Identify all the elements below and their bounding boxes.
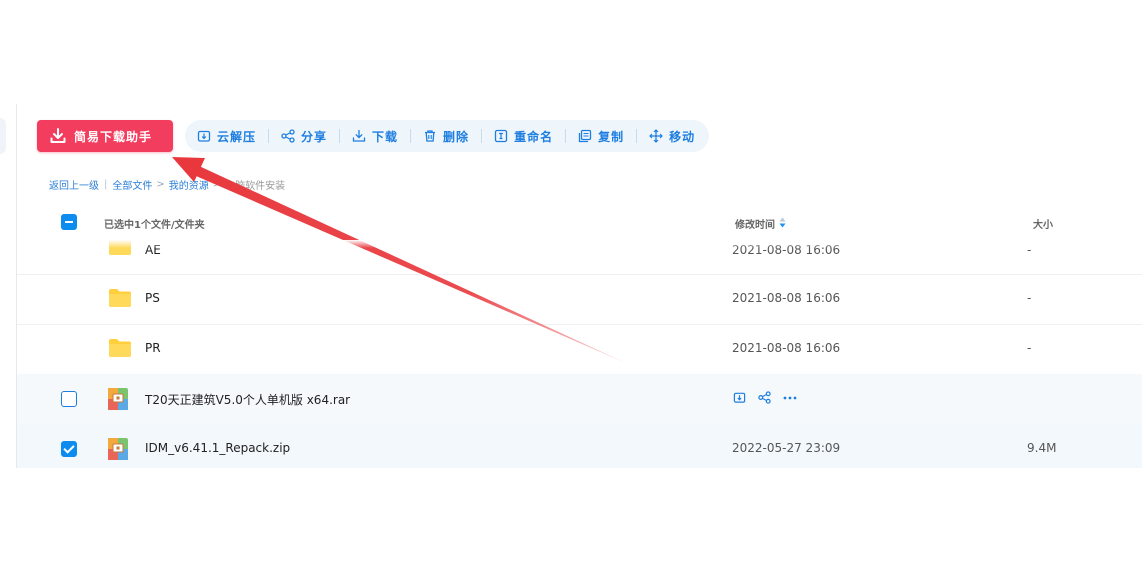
breadcrumb-arrow: >: [156, 179, 165, 190]
modified-time-column-header[interactable]: 修改时间: [735, 216, 786, 231]
breadcrumb: 返回上一级 | 全部文件 > 我的资源 > 电脑软件安装: [49, 177, 285, 192]
side-panel-edge: [0, 118, 6, 154]
table-row[interactable]: AE 2021-08-08 16:06 -: [17, 240, 1142, 275]
download-icon: [352, 129, 366, 143]
modified-time-label: 修改时间: [735, 220, 775, 231]
delete-label: 删除: [443, 129, 470, 144]
cloud-extract-icon: [197, 129, 211, 143]
folder-icon: [108, 240, 132, 260]
row-quick-actions: [733, 391, 797, 404]
archive-icon: [108, 388, 128, 414]
file-size: 9.4M: [1027, 441, 1057, 455]
download-label: 下载: [372, 129, 399, 144]
back-link[interactable]: 返回上一级: [49, 177, 99, 192]
action-separator: [339, 129, 341, 143]
table-row[interactable]: T20天正建筑V5.0个人单机版 x64.rar: [17, 374, 1142, 425]
download-button[interactable]: 下载: [352, 128, 398, 145]
file-name[interactable]: PR: [145, 341, 161, 355]
select-all-checkbox[interactable]: [61, 214, 77, 230]
folder-icon: [108, 288, 132, 312]
modified-time: 2021-08-08 16:06: [732, 291, 841, 305]
cloud-extract-button[interactable]: 云解压: [197, 128, 256, 145]
trash-icon: [423, 129, 437, 143]
share-icon: [281, 129, 295, 143]
share-button[interactable]: 分享: [281, 128, 327, 145]
file-name[interactable]: AE: [145, 243, 161, 257]
modified-time: 2021-08-08 16:06: [732, 243, 841, 257]
table-row[interactable]: IDM_v6.41.1_Repack.zip 2022-05-27 23:09 …: [17, 424, 1142, 468]
size-column-header[interactable]: 大小: [1033, 216, 1053, 231]
row-checkbox[interactable]: [61, 391, 77, 407]
file-name[interactable]: IDM_v6.41.1_Repack.zip: [145, 441, 290, 455]
file-name[interactable]: PS: [145, 291, 160, 305]
toolbar: 简易下载助手 云解压 分享 下载 删除 重命名 复制 移动: [37, 120, 710, 152]
action-separator: [410, 129, 412, 143]
breadcrumb-divider: |: [104, 179, 108, 190]
copy-icon: [578, 129, 592, 143]
move-button[interactable]: 移动: [649, 128, 695, 145]
delete-button[interactable]: 删除: [423, 128, 469, 145]
sort-icon: [779, 217, 786, 231]
cloud-extract-icon[interactable]: [733, 391, 746, 404]
copy-label: 复制: [598, 129, 625, 144]
folder-icon: [108, 338, 132, 362]
move-label: 移动: [669, 129, 696, 144]
table-row[interactable]: PR 2021-08-08 16:06 -: [17, 324, 1142, 375]
archive-icon: [108, 438, 128, 464]
copy-button[interactable]: 复制: [578, 128, 624, 145]
share-icon[interactable]: [758, 391, 771, 404]
breadcrumb-my-resources[interactable]: 我的资源: [169, 177, 209, 192]
share-label: 分享: [301, 129, 328, 144]
action-separator: [565, 129, 567, 143]
rename-icon: [494, 129, 508, 143]
move-icon: [649, 129, 663, 143]
download-tray-icon: [50, 128, 66, 144]
table-row[interactable]: PS 2021-08-08 16:06 -: [17, 274, 1142, 325]
simple-download-helper-button[interactable]: 简易下载助手: [37, 120, 173, 152]
file-size: -: [1027, 291, 1032, 305]
breadcrumb-all-files[interactable]: 全部文件: [112, 177, 152, 192]
file-size: -: [1027, 243, 1032, 257]
selection-info: 已选中1个文件/文件夹: [104, 220, 205, 231]
file-size: -: [1027, 341, 1032, 355]
rename-button[interactable]: 重命名: [494, 128, 553, 145]
modified-time: 2021-08-08 16:06: [732, 341, 841, 355]
more-options-icon[interactable]: [783, 396, 797, 400]
action-separator: [481, 129, 483, 143]
file-actions-group: 云解压 分享 下载 删除 重命名 复制 移动: [185, 120, 710, 152]
breadcrumb-arrow: >: [212, 179, 222, 190]
file-name[interactable]: T20天正建筑V5.0个人单机版 x64.rar: [145, 391, 350, 408]
row-checkbox-checked[interactable]: [61, 441, 77, 457]
cloud-extract-label: 云解压: [217, 129, 257, 144]
breadcrumb-current: 电脑软件安装: [225, 181, 286, 192]
simple-download-helper-label: 简易下载助手: [74, 129, 153, 144]
table-header: 已选中1个文件/文件夹 修改时间 大小: [17, 206, 1142, 240]
action-separator: [268, 129, 270, 143]
rename-label: 重命名: [514, 129, 554, 144]
modified-time: 2022-05-27 23:09: [732, 441, 841, 455]
action-separator: [636, 129, 638, 143]
